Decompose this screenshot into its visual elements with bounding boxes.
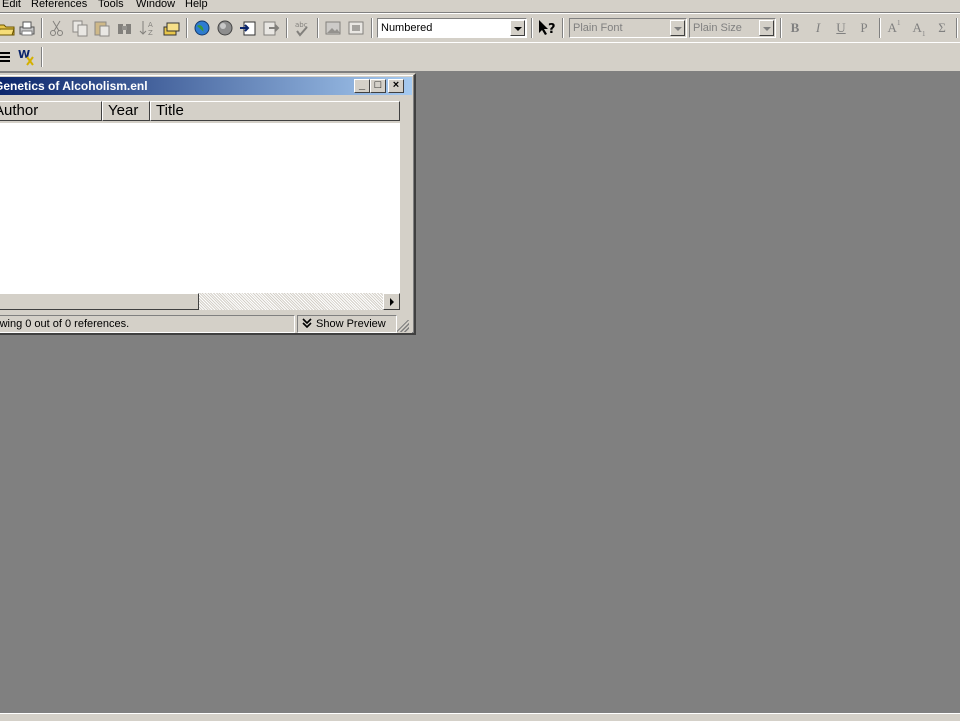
export-button[interactable] xyxy=(261,18,281,38)
library-window: Genetics of Alcoholism.enl _ □ × Author … xyxy=(0,73,416,335)
toolbar-separator xyxy=(531,18,533,38)
copy-icon xyxy=(72,20,88,37)
open-folder-icon xyxy=(0,24,15,36)
picture-icon xyxy=(348,21,364,35)
output-style-combo[interactable]: Numbered xyxy=(377,18,527,38)
list-view-button[interactable] xyxy=(0,47,14,67)
resize-grip-icon[interactable] xyxy=(397,320,409,332)
online-search-button[interactable] xyxy=(215,18,235,38)
menu-edit[interactable]: Edit xyxy=(2,0,21,11)
toolbar-separator xyxy=(562,18,564,38)
subscript-letter: A xyxy=(912,20,922,35)
symbol-button[interactable]: Σ xyxy=(932,18,952,38)
scrollbar-thumb[interactable] xyxy=(0,293,199,310)
horizontal-scrollbar[interactable] xyxy=(0,293,400,310)
toolbar-separator xyxy=(41,47,43,67)
show-preview-button[interactable]: Show Preview xyxy=(297,315,397,333)
insert-figure-button[interactable] xyxy=(323,18,343,38)
reference-count-status: Showing 0 out of 0 references. xyxy=(0,315,295,333)
figure-icon xyxy=(325,21,341,35)
open-figure-button[interactable] xyxy=(346,18,366,38)
scroll-right-arrow-icon[interactable] xyxy=(383,293,400,310)
toolbar-separator xyxy=(41,18,43,38)
export-icon xyxy=(263,21,280,36)
sort-icon: AZ xyxy=(139,21,153,37)
close-button[interactable]: × xyxy=(388,79,404,93)
column-author[interactable]: Author xyxy=(0,101,102,121)
copy-button[interactable] xyxy=(70,18,90,38)
font-value: Plain Font xyxy=(573,22,623,34)
double-chevron-down-icon xyxy=(302,318,312,329)
maximize-button[interactable]: □ xyxy=(370,79,386,93)
online-search-icon xyxy=(217,20,233,36)
superscript-mark: 1 xyxy=(896,19,901,27)
reference-list[interactable] xyxy=(0,123,400,293)
find-button[interactable] xyxy=(115,18,135,38)
toolbar-separator xyxy=(879,18,881,38)
globe-icon xyxy=(194,20,210,36)
svg-text:A: A xyxy=(148,21,153,29)
help-pointer-icon: ? xyxy=(539,20,556,37)
menu-window[interactable]: Window xyxy=(136,0,175,11)
status-text: Showing 0 out of 0 references. xyxy=(0,318,130,330)
spell-check-button[interactable]: abc xyxy=(292,18,312,38)
printer-icon xyxy=(19,21,35,36)
show-preview-label: Show Preview xyxy=(316,318,386,330)
chevron-down-icon[interactable] xyxy=(759,20,774,36)
toolbar-separator xyxy=(371,18,373,38)
font-size-combo[interactable]: Plain Size xyxy=(689,18,776,38)
superscript-letter: A xyxy=(887,20,897,35)
column-header-row: Author Year Title xyxy=(0,99,409,123)
svg-text:Z: Z xyxy=(148,29,153,37)
chevron-down-icon[interactable] xyxy=(670,20,685,36)
svg-text:?: ? xyxy=(548,22,556,37)
import-icon xyxy=(240,21,256,36)
main-toolbar: AZ abc Numbered ? Plain Font Plain Size xyxy=(0,13,960,43)
import-button[interactable] xyxy=(238,18,258,38)
minimize-button[interactable]: _ xyxy=(354,79,370,93)
cut-button[interactable] xyxy=(47,18,67,38)
sort-button[interactable]: AZ xyxy=(138,18,158,38)
status-bar: Showing 0 out of 0 references. Show Prev… xyxy=(0,315,412,333)
plain-button[interactable]: P xyxy=(854,18,874,38)
paste-icon xyxy=(94,21,110,37)
spell-check-icon: abc xyxy=(295,21,308,37)
subscript-mark: 1 xyxy=(921,30,926,38)
scissors-icon xyxy=(50,20,63,36)
underline-button[interactable]: U xyxy=(831,18,851,38)
list-icon xyxy=(0,52,10,62)
toolbar-separator xyxy=(780,18,782,38)
column-year[interactable]: Year xyxy=(102,101,150,121)
window-title: Genetics of Alcoholism.enl xyxy=(0,79,148,93)
references-stack-icon xyxy=(163,22,180,36)
toolbar-separator xyxy=(286,18,288,38)
menu-references[interactable]: References xyxy=(31,0,87,11)
cite-while-you-write-button[interactable]: W xyxy=(17,47,37,67)
menu-help[interactable]: Help xyxy=(185,0,208,11)
subscript-button[interactable]: A1 xyxy=(909,18,929,38)
column-title[interactable]: Title xyxy=(150,101,400,121)
bold-button[interactable]: B xyxy=(785,18,805,38)
italic-button[interactable]: I xyxy=(808,18,828,38)
superscript-button[interactable]: A1 xyxy=(884,18,904,38)
menu-tools[interactable]: Tools xyxy=(98,0,124,11)
connect-button[interactable] xyxy=(192,18,212,38)
open-library-button[interactable] xyxy=(0,18,16,38)
font-size-value: Plain Size xyxy=(693,22,742,34)
toolbar-separator xyxy=(186,18,188,38)
hide-references-button[interactable] xyxy=(161,18,181,38)
secondary-toolbar: W xyxy=(0,42,960,72)
font-combo[interactable]: Plain Font xyxy=(569,18,687,38)
help-pointer-button[interactable]: ? xyxy=(537,18,557,38)
toolbar-separator xyxy=(317,18,319,38)
paste-button[interactable] xyxy=(92,18,112,38)
menu-bar: Edit References Tools Window Help xyxy=(0,0,960,12)
output-style-value: Numbered xyxy=(381,22,433,34)
chevron-down-icon[interactable] xyxy=(510,20,525,36)
toolbar-separator xyxy=(956,18,958,38)
window-title-bar[interactable]: Genetics of Alcoholism.enl _ □ × xyxy=(0,77,412,95)
print-button[interactable] xyxy=(17,18,37,38)
binoculars-icon xyxy=(118,24,131,34)
word-cite-icon: W xyxy=(18,48,34,66)
